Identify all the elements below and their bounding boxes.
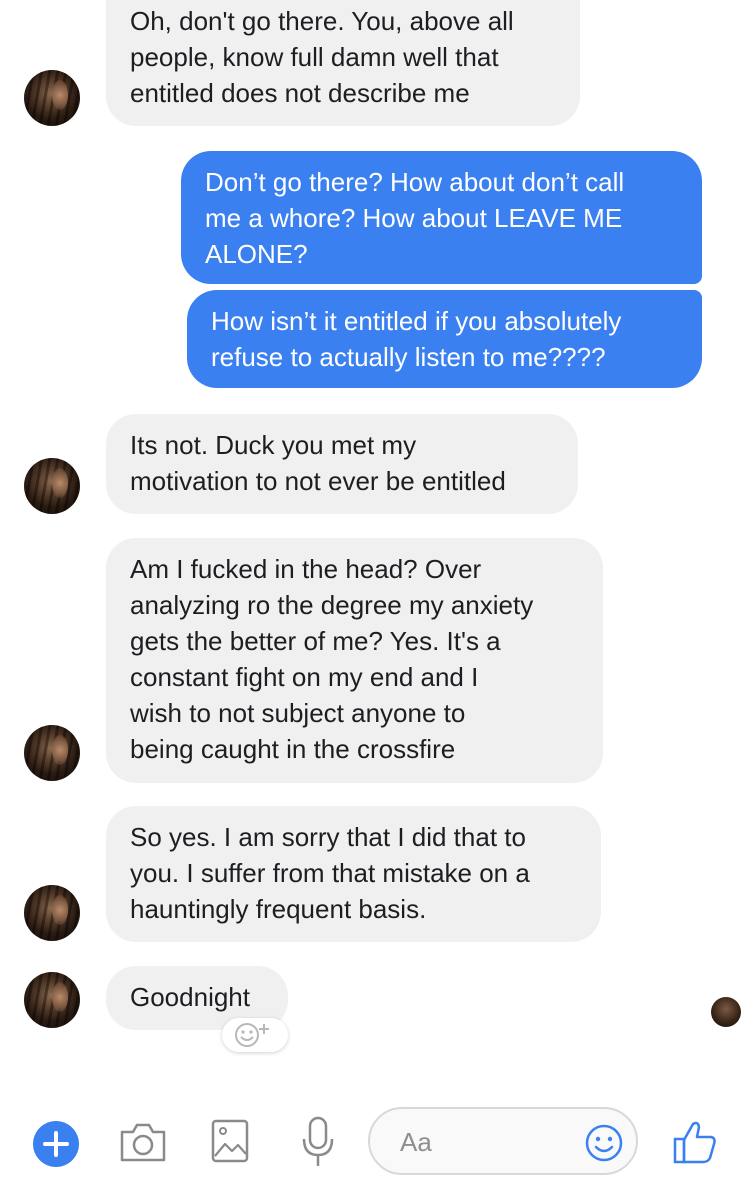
contact-avatar[interactable]	[24, 725, 80, 781]
contact-avatar[interactable]	[24, 972, 80, 1028]
plus-icon	[33, 1121, 79, 1167]
contact-avatar[interactable]	[24, 458, 80, 514]
message-bubble-incoming[interactable]: Its not. Duck you met my motivation to n…	[106, 414, 578, 514]
message-bubble-incoming[interactable]: So yes. I am sorry that I did that to yo…	[106, 806, 601, 942]
like-button[interactable]	[672, 1118, 718, 1166]
read-receipt-avatar	[711, 997, 741, 1027]
microphone-icon	[302, 1116, 334, 1166]
message-input[interactable]: Aa	[368, 1107, 638, 1175]
contact-avatar[interactable]	[24, 885, 80, 941]
message-bubble-outgoing[interactable]: Don’t go there? How about don’t call me …	[181, 151, 702, 284]
add-reaction-icon	[235, 1023, 269, 1047]
message-bubble-outgoing[interactable]: How isn’t it entitled if you absolutely …	[187, 290, 702, 388]
message-input-placeholder: Aa	[400, 1127, 432, 1157]
emoji-icon	[585, 1124, 623, 1162]
more-actions-button[interactable]	[32, 1120, 80, 1168]
microphone-button[interactable]	[300, 1115, 336, 1169]
camera-button[interactable]	[118, 1120, 168, 1164]
contact-avatar[interactable]	[24, 70, 80, 126]
thumbs-up-icon	[673, 1121, 716, 1164]
add-reaction-button[interactable]	[222, 1018, 288, 1052]
gallery-button[interactable]	[210, 1118, 250, 1164]
message-bubble-incoming[interactable]: Am I fucked in the head? Over analyzing …	[106, 538, 603, 783]
camera-icon	[120, 1123, 166, 1162]
emoji-button[interactable]	[584, 1123, 624, 1163]
message-bubble-incoming[interactable]: Oh, don't go there. You, above all peopl…	[106, 0, 580, 126]
gallery-icon	[211, 1119, 249, 1163]
